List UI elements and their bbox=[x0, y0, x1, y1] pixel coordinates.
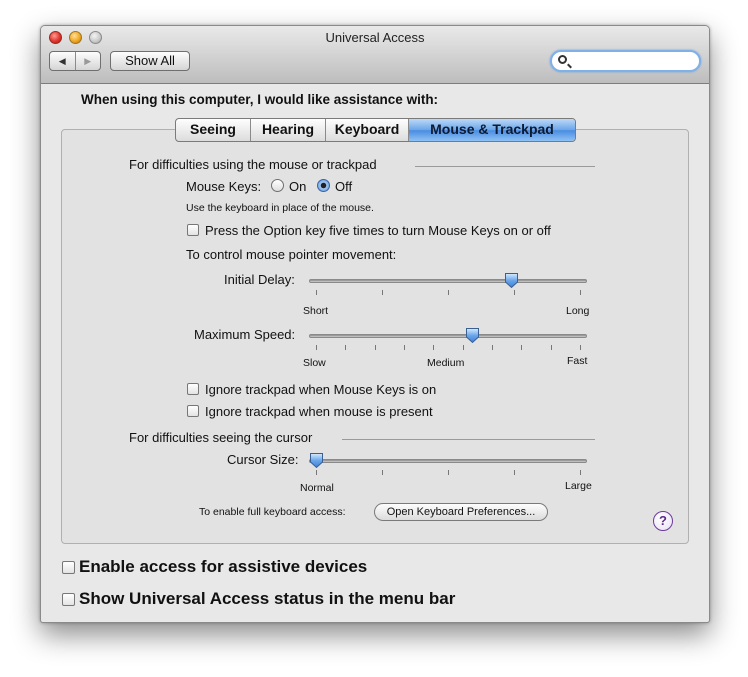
initial-delay-min-label: Short bbox=[303, 305, 329, 317]
slider-tick bbox=[521, 345, 522, 350]
section-divider bbox=[415, 166, 595, 167]
search-field[interactable] bbox=[550, 50, 701, 72]
option-key-label[interactable]: Press the Option key five times to turn … bbox=[205, 223, 551, 238]
slider-tick bbox=[551, 345, 552, 350]
tab-keyboard[interactable]: Keyboard bbox=[325, 119, 408, 141]
slider-tick bbox=[580, 290, 581, 295]
max-speed-slider[interactable] bbox=[309, 325, 588, 355]
back-forward-control: ◀ ▶ bbox=[49, 51, 101, 71]
cursor-size-slider[interactable] bbox=[309, 450, 588, 480]
section-divider bbox=[342, 439, 595, 440]
tab-seeing[interactable]: Seeing bbox=[176, 119, 250, 141]
pointer-movement-label: To control mouse pointer movement: bbox=[186, 247, 397, 262]
slider-tick bbox=[316, 290, 317, 295]
assistance-heading: When using this computer, I would like a… bbox=[81, 92, 439, 107]
slider-tick bbox=[316, 345, 317, 350]
option-key-checkbox[interactable] bbox=[187, 224, 199, 236]
search-icon bbox=[558, 55, 567, 64]
cursor-size-label: Cursor Size: bbox=[227, 452, 299, 467]
cursor-size-min-label: Normal bbox=[300, 482, 334, 494]
slider-knob[interactable] bbox=[309, 452, 324, 469]
slider-tick bbox=[316, 470, 317, 475]
assistive-devices-checkbox[interactable] bbox=[62, 561, 75, 574]
slider-tick bbox=[514, 470, 515, 475]
tab-hearing[interactable]: Hearing bbox=[250, 119, 325, 141]
mouse-keys-on-label[interactable]: On bbox=[289, 179, 306, 194]
slider-tick bbox=[404, 345, 405, 350]
search-input[interactable] bbox=[572, 53, 696, 71]
max-speed-mid-label: Medium bbox=[427, 357, 465, 369]
ignore-trackpad-mousekeys-label[interactable]: Ignore trackpad when Mouse Keys is on bbox=[205, 382, 436, 397]
keyboard-access-label: To enable full keyboard access: bbox=[199, 506, 346, 518]
max-speed-max-label: Fast bbox=[567, 355, 588, 367]
cursor-size-max-label: Large bbox=[565, 480, 592, 492]
ignore-trackpad-mousekeys-checkbox[interactable] bbox=[187, 383, 199, 395]
initial-delay-slider[interactable] bbox=[309, 270, 588, 300]
slider-tick bbox=[382, 470, 383, 475]
help-button[interactable]: ? bbox=[653, 511, 673, 531]
assistive-devices-label[interactable]: Enable access for assistive devices bbox=[79, 557, 367, 577]
forward-arrow-icon[interactable]: ▶ bbox=[74, 52, 101, 70]
slider-tick bbox=[382, 290, 383, 295]
initial-delay-label: Initial Delay: bbox=[224, 272, 295, 287]
back-arrow-icon[interactable]: ◀ bbox=[50, 52, 75, 70]
preferences-window: Universal Access ◀ ▶ Show All When using… bbox=[40, 25, 710, 623]
title-bar: Universal Access ◀ ▶ Show All bbox=[41, 26, 709, 84]
slider-tick bbox=[514, 290, 515, 295]
mouse-keys-label: Mouse Keys: bbox=[186, 179, 262, 194]
open-keyboard-preferences-button[interactable]: Open Keyboard Preferences... bbox=[374, 503, 548, 521]
ignore-trackpad-mouse-checkbox[interactable] bbox=[187, 405, 199, 417]
slider-tick bbox=[492, 345, 493, 350]
window-title: Universal Access bbox=[325, 30, 425, 45]
slider-knob[interactable] bbox=[504, 272, 519, 289]
ignore-trackpad-mouse-label[interactable]: Ignore trackpad when mouse is present bbox=[205, 404, 433, 419]
mouse-section-title: For difficulties using the mouse or trac… bbox=[129, 157, 377, 172]
tab-mouse-trackpad[interactable]: Mouse & Trackpad bbox=[408, 119, 575, 141]
max-speed-min-label: Slow bbox=[303, 357, 326, 369]
menu-bar-status-label[interactable]: Show Universal Access status in the menu… bbox=[79, 589, 455, 609]
slider-track bbox=[309, 279, 587, 283]
cursor-section-title: For difficulties seeing the cursor bbox=[129, 430, 313, 445]
menu-bar-status-checkbox[interactable] bbox=[62, 593, 75, 606]
slider-tick bbox=[448, 290, 449, 295]
slider-tick bbox=[580, 345, 581, 350]
show-all-button[interactable]: Show All bbox=[110, 51, 190, 71]
slider-tick bbox=[448, 470, 449, 475]
initial-delay-max-label: Long bbox=[566, 305, 590, 317]
slider-tick bbox=[345, 345, 346, 350]
max-speed-label: Maximum Speed: bbox=[194, 327, 296, 342]
slider-knob[interactable] bbox=[465, 327, 480, 344]
mouse-keys-on-radio[interactable] bbox=[271, 179, 284, 192]
slider-tick bbox=[580, 470, 581, 475]
slider-track bbox=[309, 334, 587, 338]
slider-tick bbox=[463, 345, 464, 350]
category-tabs: Seeing Hearing Keyboard Mouse & Trackpad bbox=[175, 118, 576, 142]
mouse-keys-off-radio[interactable] bbox=[317, 179, 330, 192]
slider-tick bbox=[433, 345, 434, 350]
mouse-keys-off-label[interactable]: Off bbox=[335, 179, 352, 194]
slider-track bbox=[309, 459, 587, 463]
slider-tick bbox=[375, 345, 376, 350]
mouse-keys-description: Use the keyboard in place of the mouse. bbox=[186, 202, 374, 214]
